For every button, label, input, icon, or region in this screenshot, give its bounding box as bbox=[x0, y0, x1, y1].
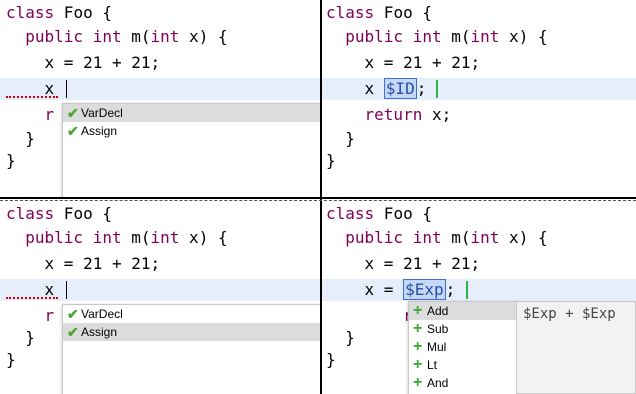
completion-label: Mul bbox=[427, 340, 447, 354]
completion-description: $Exp + $Exp bbox=[523, 306, 616, 322]
completion-label: VarDecl bbox=[81, 106, 123, 120]
code-line-7: } bbox=[6, 151, 16, 170]
check-icon: ✔ bbox=[67, 105, 79, 121]
editor-panel-top-right[interactable]: class Foo { public int m(int x) { x = 21… bbox=[322, 0, 636, 199]
completion-item-assign[interactable]: ✔ Assign bbox=[63, 323, 320, 341]
plus-icon: + bbox=[413, 338, 423, 355]
completion-popup: ✔ VarDecl ✔ Assign bbox=[62, 103, 320, 199]
code-line-7: } bbox=[6, 350, 16, 369]
keyword: class bbox=[326, 204, 375, 223]
keyword-partial: r bbox=[44, 105, 55, 124]
editor-panel-bottom-left[interactable]: class Foo { public int m(int x) { x = 21… bbox=[0, 201, 320, 394]
code-line-3: x = 21 + 21; bbox=[6, 53, 161, 72]
code-line-7: } bbox=[326, 350, 336, 369]
completion-description-pane: $Exp + $Exp bbox=[516, 301, 636, 394]
error-underline bbox=[6, 96, 58, 98]
code-line-1: class Foo { bbox=[6, 2, 112, 24]
code-line-4: x = $Exp; bbox=[326, 279, 455, 301]
editor-panel-bottom-right[interactable]: class Foo { public int m(int x) { x = 21… bbox=[322, 201, 636, 394]
code-line-5: r bbox=[6, 305, 55, 327]
keyword: public bbox=[25, 27, 84, 46]
keyword: public bbox=[345, 27, 404, 46]
code-line-2: public int m(int x) { bbox=[25, 228, 228, 247]
plus-icon: + bbox=[413, 320, 423, 337]
code-line-1: class Foo { bbox=[6, 203, 112, 225]
code-text: Foo { bbox=[374, 204, 432, 223]
completion-label: Assign bbox=[81, 325, 118, 339]
completion-popup: + Add + Sub + Mul + Lt + And bbox=[408, 301, 518, 394]
keyword: int bbox=[470, 228, 500, 247]
text-cursor bbox=[66, 281, 67, 299]
code-line-3: x = 21 + 21; bbox=[326, 53, 481, 72]
completion-item-add[interactable]: + Add bbox=[409, 302, 517, 320]
code-line-2: public int m(int x) { bbox=[345, 228, 548, 247]
keyword: class bbox=[6, 3, 55, 22]
code-line-6: } bbox=[6, 328, 35, 347]
completion-label: And bbox=[427, 376, 449, 390]
separator-dashed bbox=[0, 200, 636, 201]
code-text: ; bbox=[416, 79, 427, 98]
code-line-1: class Foo { bbox=[326, 203, 432, 225]
completion-popup: ✔ VarDecl ✔ Assign bbox=[62, 304, 320, 394]
editor-panel-top-left[interactable]: class Foo { public int m(int x) { x = 21… bbox=[0, 0, 320, 199]
completion-item-vardecl[interactable]: ✔ VarDecl bbox=[63, 305, 320, 323]
code-line-6: } bbox=[326, 129, 355, 148]
linked-edit-cursor bbox=[466, 281, 468, 299]
code-line-2: public int m(int x) { bbox=[25, 27, 228, 46]
keyword: class bbox=[6, 204, 55, 223]
code-line-7: } bbox=[326, 151, 336, 170]
keyword: int bbox=[412, 228, 442, 247]
linked-edit-cursor bbox=[436, 80, 438, 98]
check-icon: ✔ bbox=[67, 324, 79, 340]
keyword: public bbox=[25, 228, 84, 247]
check-icon: ✔ bbox=[67, 123, 79, 139]
keyword: int bbox=[92, 27, 122, 46]
code-line-3: x = 21 + 21; bbox=[6, 254, 161, 273]
keyword-partial: r bbox=[44, 306, 55, 325]
completion-label: Add bbox=[427, 304, 449, 318]
code-text: Foo { bbox=[54, 3, 112, 22]
check-icon: ✔ bbox=[67, 306, 79, 322]
placeholder-id[interactable]: $ID bbox=[383, 78, 417, 99]
panel-divider-horizontal bbox=[0, 197, 636, 199]
completion-label: Sub bbox=[427, 322, 449, 336]
completion-item-mul[interactable]: + Mul bbox=[409, 338, 517, 356]
plus-icon: + bbox=[413, 302, 423, 319]
keyword: int bbox=[150, 228, 180, 247]
code-line-5: return x; bbox=[364, 105, 452, 124]
code-text: ; bbox=[445, 280, 456, 299]
text-cursor bbox=[66, 80, 67, 98]
code-line-1: class Foo { bbox=[326, 2, 432, 24]
code-line-6: } bbox=[6, 129, 35, 148]
completion-item-sub[interactable]: + Sub bbox=[409, 320, 517, 338]
code-text: Foo { bbox=[374, 3, 432, 22]
completion-item-assign[interactable]: ✔ Assign bbox=[63, 122, 320, 140]
code-line-6: } bbox=[326, 328, 355, 347]
plus-icon: + bbox=[413, 356, 423, 373]
code-text: x bbox=[326, 79, 384, 98]
code-line-5: r bbox=[6, 104, 55, 126]
code-line-2: public int m(int x) { bbox=[345, 27, 548, 46]
completion-item-lt[interactable]: + Lt bbox=[409, 356, 517, 374]
completion-item-vardecl[interactable]: ✔ VarDecl bbox=[63, 104, 320, 122]
keyword: public bbox=[345, 228, 404, 247]
keyword: int bbox=[92, 228, 122, 247]
code-line-3: x = 21 + 21; bbox=[326, 254, 481, 273]
code-text: Foo { bbox=[54, 204, 112, 223]
keyword: int bbox=[412, 27, 442, 46]
completion-label: VarDecl bbox=[81, 307, 123, 321]
keyword: return bbox=[364, 105, 423, 124]
plus-icon: + bbox=[413, 374, 423, 391]
error-underline bbox=[6, 297, 58, 299]
code-text: x = bbox=[326, 280, 404, 299]
keyword: int bbox=[470, 27, 500, 46]
placeholder-exp[interactable]: $Exp bbox=[403, 279, 446, 300]
code-line-4: x $ID; bbox=[326, 78, 426, 100]
keyword: int bbox=[150, 27, 180, 46]
completion-label: Lt bbox=[427, 358, 438, 372]
completion-label: Assign bbox=[81, 124, 118, 138]
keyword: class bbox=[326, 3, 375, 22]
completion-item-and[interactable]: + And bbox=[409, 374, 517, 392]
